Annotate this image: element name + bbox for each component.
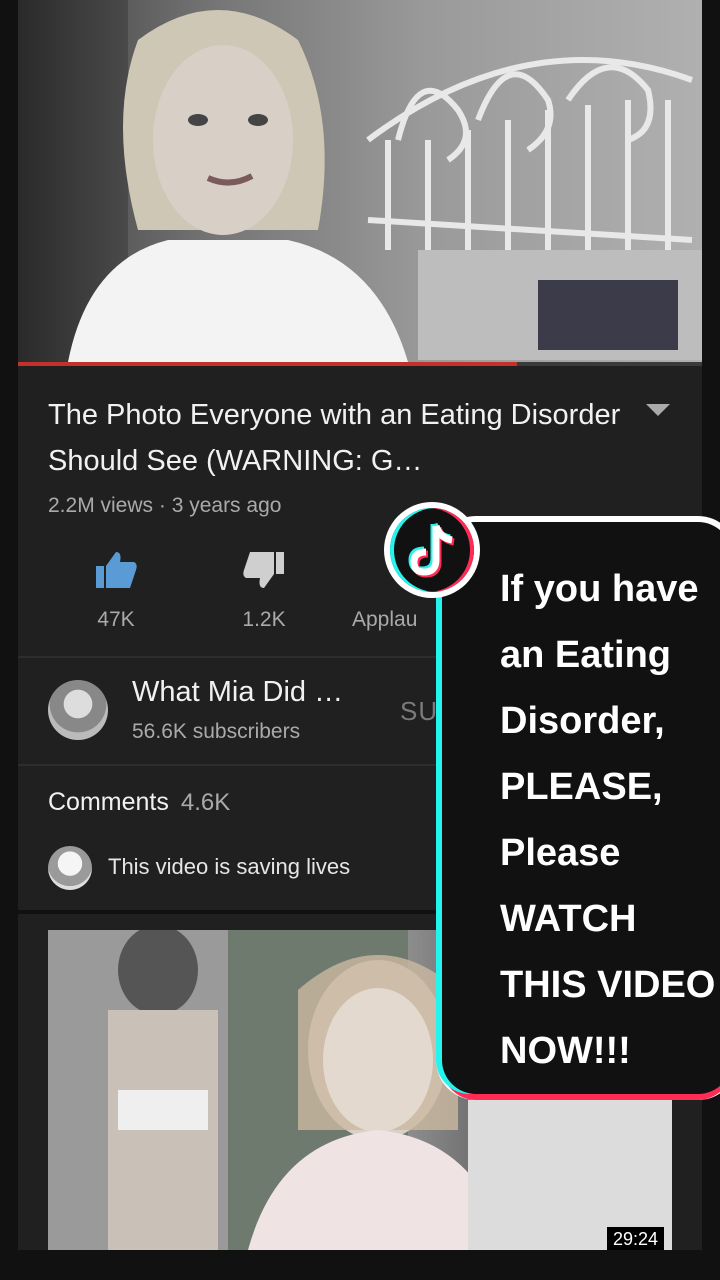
caption-line: THIS VIDEO: [500, 964, 716, 1006]
caption-line: an Eating: [500, 634, 672, 676]
tiktok-note-icon: [408, 522, 455, 578]
channel-avatar[interactable]: [48, 680, 108, 740]
tiktok-logo-inner: [390, 508, 474, 592]
video-meta: 2.2M views · 3 years ago: [48, 494, 282, 517]
caption-line: Please: [500, 832, 621, 874]
video-duration: 29:24: [606, 1227, 664, 1250]
applaud-label: Applau: [352, 608, 418, 631]
expand-chevron-icon[interactable]: [646, 404, 670, 416]
caption-line: WATCH: [500, 898, 637, 940]
video-progress-bar[interactable]: [18, 362, 702, 366]
caption-line: Disorder,: [500, 700, 665, 742]
comments-header[interactable]: Comments 4.6K: [48, 788, 230, 817]
like-button[interactable]: 47K: [56, 540, 176, 632]
video-progress-fill: [18, 362, 518, 366]
commenter-avatar: [48, 846, 92, 890]
caption-line: PLEASE,: [500, 766, 663, 808]
top-comment[interactable]: This video is saving lives: [108, 854, 350, 880]
caption-line: NOW!!!: [500, 1030, 631, 1072]
presenter-figure: [68, 10, 408, 362]
like-count: 47K: [97, 608, 135, 631]
tiktok-caption-text: If you have an Eating Disorder, PLEASE, …: [500, 556, 720, 1084]
subscribe-button[interactable]: SU: [400, 696, 438, 727]
video-title[interactable]: The Photo Everyone with an Eating Disord…: [48, 392, 628, 484]
comments-count: 4.6K: [180, 789, 231, 816]
tiktok-logo-icon: [384, 502, 480, 598]
like-icon: [96, 552, 137, 588]
channel-subscribers: 56.6K subscribers: [132, 720, 301, 743]
dislike-count: 1.2K: [242, 608, 286, 631]
dislike-icon: [243, 552, 284, 588]
comments-label: Comments: [48, 788, 169, 816]
caption-line: If you have: [500, 568, 699, 610]
dislike-button[interactable]: 1.2K: [204, 540, 324, 632]
channel-name[interactable]: What Mia Did …: [132, 676, 343, 709]
video-player[interactable]: [18, 0, 702, 362]
